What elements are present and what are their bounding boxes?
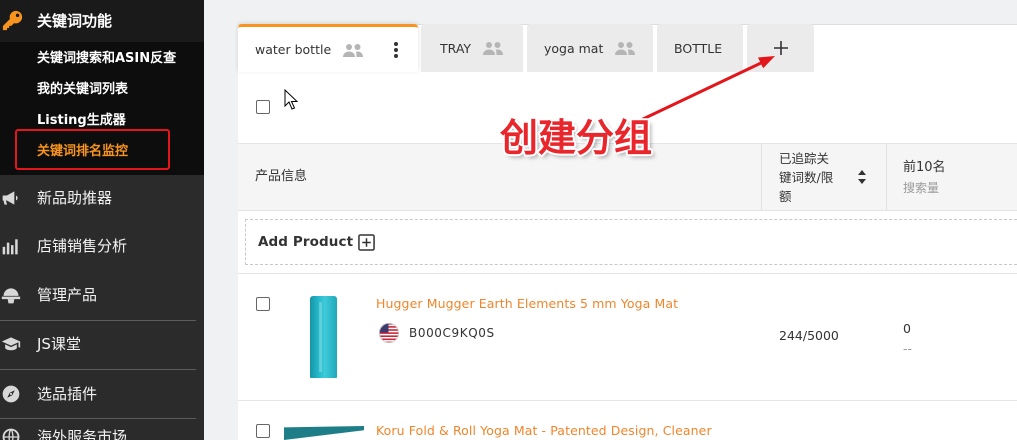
tab-label: TRAY [440,40,472,56]
people-icon [342,43,364,57]
sidebar-item-label: 新品助推器 [37,189,113,207]
yoga-mat-image [310,296,337,378]
top10-count: 0 [903,321,911,336]
search-volume-value: -- [903,341,913,356]
tab-label: yoga mat [544,40,604,56]
sidebar-divider [0,369,196,370]
sidebar-item-keyword-search[interactable]: 关键词搜索和ASIN反查 [37,51,176,67]
compass-icon [1,384,21,404]
add-product-button[interactable]: Add Product [245,219,1017,265]
people-icon [614,41,636,55]
globe-icon [1,428,21,440]
column-header-tracked-keywords[interactable]: 已追踪关 键词数/限 额 [779,149,833,206]
table-row: Hugger Mugger Earth Elements 5 mm Yoga M… [238,274,1017,400]
us-flag-icon [379,323,399,343]
people-icon [482,41,504,55]
tab-label: BOTTLE [674,40,723,56]
sidebar-divider [0,418,196,419]
header-line: 键词数/限 [779,170,834,185]
column-header-product: 产品信息 [255,169,308,184]
sidebar-item-sales-analytics[interactable]: 店铺销售分析 [0,237,204,255]
product-title-link[interactable]: Hugger Mugger Earth Elements 5 mm Yoga M… [376,296,678,312]
product-image [283,295,365,378]
annotation-label: 创建分组 [500,116,653,160]
sidebar-item-label: 管理产品 [37,286,98,304]
row-checkbox[interactable] [256,297,270,311]
sidebar-item-service-market[interactable]: 海外服务市场 [0,428,204,440]
annotation-highlight-box [15,129,170,170]
row-checkbox[interactable] [256,424,270,438]
sidebar-item-listing-builder[interactable]: Listing生成器 [37,113,126,129]
sidebar: 关键词功能 关键词搜索和ASIN反查 我的关键词列表 Listing生成器 关键… [0,0,204,440]
tracked-keywords-count: 244/5000 [779,328,839,343]
table-row: Koru Fold & Roll Yoga Mat - Patented Des… [238,401,1017,440]
cap-icon [1,285,21,305]
column-header-top10[interactable]: 前10名 [903,160,946,176]
tab-tray[interactable]: TRAY [421,24,523,72]
add-tab-button[interactable] [747,24,814,72]
product-title-link[interactable]: Koru Fold & Roll Yoga Mat - Patented Des… [376,423,712,439]
select-all-checkbox[interactable] [256,100,270,114]
product-image [283,425,365,440]
sidebar-item-label: 海外服务市场 [37,428,128,440]
sidebar-divider [0,320,196,321]
column-divider [886,144,887,210]
sidebar-item-label: 店铺销售分析 [37,237,128,255]
bar-chart-icon [1,236,21,256]
sidebar-item-label: JS课堂 [37,335,81,353]
plus-square-icon [358,233,375,251]
tab-label: water bottle [255,42,332,57]
graduation-cap-icon [1,334,21,354]
sort-icon[interactable] [858,170,866,184]
kebab-menu-icon[interactable] [393,42,399,58]
tab-bottle[interactable]: BOTTLE [657,24,743,72]
sidebar-item-manage-products[interactable]: 管理产品 [0,286,204,304]
tab-yoga-mat[interactable]: yoga mat [527,24,653,72]
plus-icon [773,41,788,55]
key-icon [1,9,24,32]
column-subheader-search-volume: 搜索量 [903,181,940,195]
header-line: 额 [779,189,792,204]
sidebar-item-js-academy[interactable]: JS课堂 [0,335,204,353]
sidebar-section-title: 关键词功能 [37,12,113,30]
sidebar-item-my-keyword-list[interactable]: 我的关键词列表 [37,82,128,98]
sidebar-section-keyword-tools[interactable]: 关键词功能 [0,0,204,42]
tab-water-bottle[interactable]: water bottle [238,24,418,72]
product-asin: B000C9KQ0S [409,326,495,340]
column-divider [761,144,762,210]
add-product-label: Add Product [258,234,354,250]
sidebar-item-extension[interactable]: 选品插件 [0,385,204,403]
sidebar-item-launch[interactable]: 新品助推器 [0,189,204,207]
header-line: 已追踪关 [779,151,830,166]
mouse-cursor [284,89,298,110]
sidebar-item-label: 选品插件 [37,385,98,403]
yoga-mat-image [284,426,364,440]
megaphone-icon [1,188,21,208]
